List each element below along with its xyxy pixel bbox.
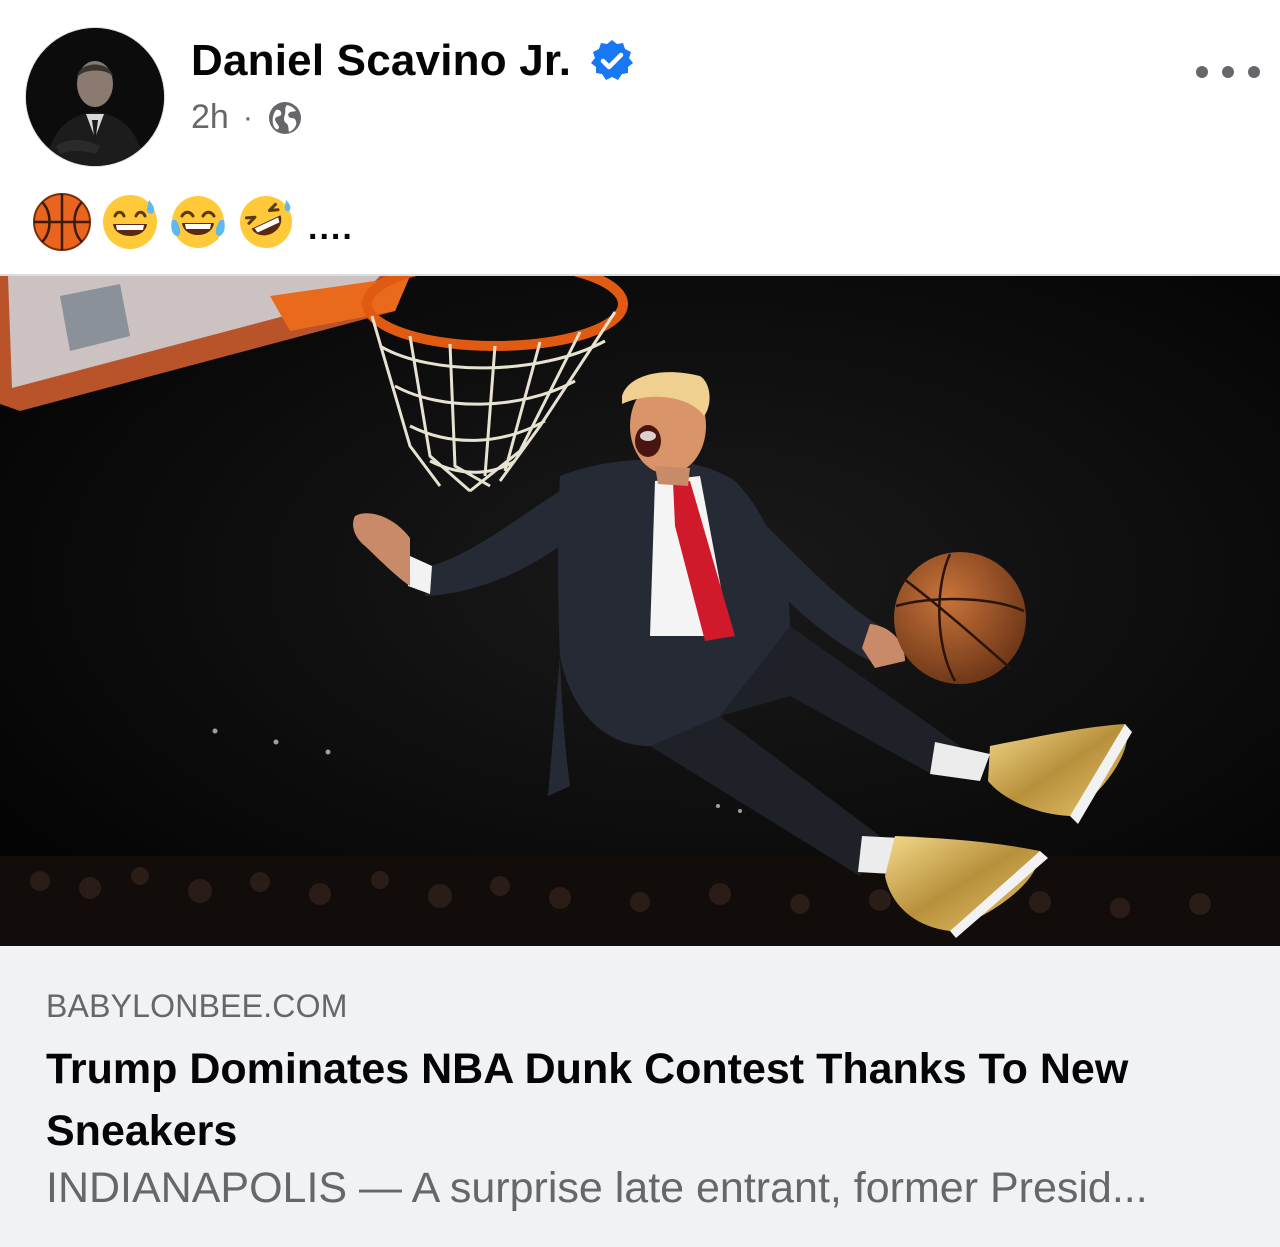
facebook-post: Daniel Scavino Jr. 2h · .... BABYLONBEE.… — [0, 0, 1280, 1247]
basketball-emoji — [33, 193, 91, 251]
dunk-illustration — [0, 257, 1280, 946]
post-caption: .... — [32, 192, 354, 252]
author-name[interactable]: Daniel Scavino Jr. — [191, 36, 571, 86]
link-preview-image[interactable] — [0, 257, 1280, 948]
avatar-photo — [26, 28, 164, 166]
post-meta: 2h · — [191, 98, 303, 137]
link-domain: BABYLONBEE.COM — [46, 988, 348, 1024]
globe-icon[interactable] — [267, 100, 303, 136]
author-row: Daniel Scavino Jr. — [191, 36, 635, 86]
author-avatar[interactable] — [26, 28, 164, 166]
link-preview-card[interactable]: BABYLONBEE.COM Trump Dominates NBA Dunk … — [0, 946, 1280, 1247]
tears-of-joy-emoji — [171, 196, 225, 248]
link-title[interactable]: Trump Dominates NBA Dunk Contest Thanks … — [46, 1038, 1236, 1162]
meta-separator: · — [242, 100, 253, 134]
more-dot — [1196, 66, 1208, 78]
rolling-on-floor-laughing-emoji — [240, 196, 292, 248]
caption-text: .... — [308, 208, 354, 247]
link-description: INDIANAPOLIS — A surprise late entrant, … — [46, 1164, 1148, 1212]
more-dot — [1222, 66, 1234, 78]
more-dot — [1248, 66, 1260, 78]
grinning-sweat-emoji — [103, 195, 157, 249]
post-timestamp[interactable]: 2h — [191, 98, 229, 137]
more-options-icon[interactable] — [1196, 54, 1260, 90]
verified-badge-icon — [591, 40, 634, 80]
